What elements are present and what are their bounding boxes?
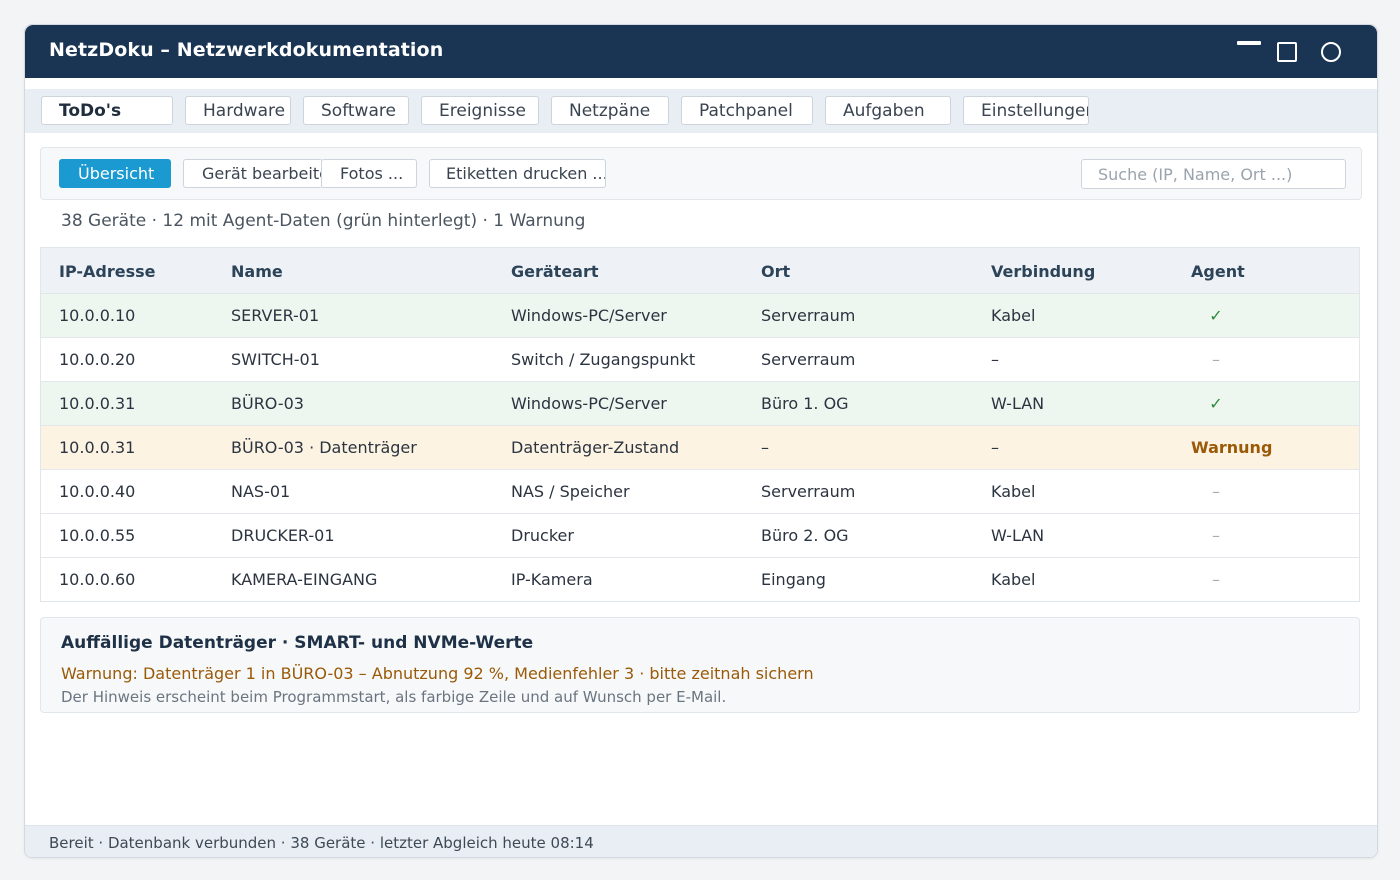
cell-name: NAS-01 xyxy=(231,482,291,501)
cell-location: Büro 1. OG xyxy=(761,394,849,413)
cell-ip: 10.0.0.31 xyxy=(59,394,136,413)
table-row[interactable]: 10.0.0.31 BÜRO-03 Windows-PC/Server Büro… xyxy=(41,382,1359,426)
print-labels-button[interactable]: Etiketten drucken ... xyxy=(429,159,606,188)
title-bar: NetzDoku – Netzwerkdokumentation xyxy=(25,25,1377,78)
cell-connection: Kabel xyxy=(991,570,1036,589)
header-name[interactable]: Name xyxy=(231,262,283,281)
cell-name: SWITCH-01 xyxy=(231,350,320,369)
cell-connection: Kabel xyxy=(991,306,1036,325)
tab-software[interactable]: Software xyxy=(303,96,409,125)
alert-hint-text: Der Hinweis erscheint beim Programmstart… xyxy=(61,688,727,706)
window-title: NetzDoku – Netzwerkdokumentation xyxy=(49,39,444,61)
cell-name: BÜRO-03 xyxy=(231,394,304,413)
photos-button[interactable]: Fotos ... xyxy=(321,159,417,188)
header-agent[interactable]: Agent xyxy=(1191,262,1245,281)
table-row-warning[interactable]: 10.0.0.31 BÜRO-03 · Datenträger Datenträ… xyxy=(41,426,1359,470)
main-tab-bar: ToDo's Hardware Software Ereignisse Netz… xyxy=(25,89,1377,133)
cell-ip: 10.0.0.60 xyxy=(59,570,136,589)
table-row[interactable]: 10.0.0.40 NAS-01 NAS / Speicher Serverra… xyxy=(41,470,1359,514)
cell-name: SERVER-01 xyxy=(231,306,320,325)
header-connection[interactable]: Verbindung xyxy=(991,262,1095,281)
minimize-icon[interactable] xyxy=(1235,39,1261,63)
header-location[interactable]: Ort xyxy=(761,262,790,281)
device-summary: 38 Geräte · 12 mit Agent-Daten (grün hin… xyxy=(61,211,586,231)
maximize-icon[interactable] xyxy=(1275,39,1299,63)
cell-connection: W-LAN xyxy=(991,394,1045,413)
cell-connection: Kabel xyxy=(991,482,1036,501)
tab-hardware[interactable]: Hardware xyxy=(185,96,291,125)
cell-agent: – xyxy=(1212,482,1220,501)
table-row[interactable]: 10.0.0.55 DRUCKER-01 Drucker Büro 2. OG … xyxy=(41,514,1359,558)
table-header: IP-Adresse Name Geräteart Ort Verbindung… xyxy=(41,248,1359,294)
table-row[interactable]: 10.0.0.60 KAMERA-EINGANG IP-Kamera Einga… xyxy=(41,558,1359,601)
toolbar: Übersicht Gerät bearbeiten Fotos ... Eti… xyxy=(40,147,1362,200)
app-window: NetzDoku – Netzwerkdokumentation ToDo's … xyxy=(24,24,1378,858)
cell-connection: – xyxy=(991,438,999,457)
warning-badge: Warnung xyxy=(1191,438,1273,457)
cell-ip: 10.0.0.31 xyxy=(59,438,136,457)
cell-ip: 10.0.0.10 xyxy=(59,306,136,325)
edit-device-button[interactable]: Gerät bearbeiten xyxy=(183,159,323,188)
disk-alert-panel: Auffällige Datenträger · SMART- und NVMe… xyxy=(40,617,1360,713)
cell-location: Serverraum xyxy=(761,306,856,325)
tab-einstellungen[interactable]: Einstellungen xyxy=(963,96,1089,125)
tab-ereignisse[interactable]: Ereignisse xyxy=(421,96,539,125)
cell-name: BÜRO-03 · Datenträger xyxy=(231,438,417,457)
cell-ip: 10.0.0.20 xyxy=(59,350,136,369)
cell-type: Datenträger-Zustand xyxy=(511,438,680,457)
search-input[interactable] xyxy=(1081,159,1346,189)
alert-warning-text: Warnung: Datenträger 1 in BÜRO-03 – Abnu… xyxy=(61,664,814,683)
cell-location: Büro 2. OG xyxy=(761,526,849,545)
cell-location: Serverraum xyxy=(761,350,856,369)
header-type[interactable]: Geräteart xyxy=(511,262,599,281)
agent-check-icon: ✓ xyxy=(1209,394,1223,413)
table-row[interactable]: 10.0.0.20 SWITCH-01 Switch / Zugangspunk… xyxy=(41,338,1359,382)
cell-agent: – xyxy=(1212,570,1220,589)
agent-check-icon: ✓ xyxy=(1209,306,1223,325)
cell-type: Windows-PC/Server xyxy=(511,394,667,413)
cell-location: – xyxy=(761,438,769,457)
cell-type: NAS / Speicher xyxy=(511,482,630,501)
close-icon[interactable] xyxy=(1319,39,1343,63)
cell-connection: W-LAN xyxy=(991,526,1045,545)
cell-type: Switch / Zugangspunkt xyxy=(511,350,696,369)
cell-name: KAMERA-EINGANG xyxy=(231,570,378,589)
alert-title: Auffällige Datenträger · SMART- und NVMe… xyxy=(61,633,534,653)
cell-agent: – xyxy=(1212,526,1220,545)
status-text: Bereit · Datenbank verbunden · 38 Geräte… xyxy=(49,834,594,852)
cell-ip: 10.0.0.55 xyxy=(59,526,136,545)
cell-connection: – xyxy=(991,350,999,369)
cell-type: IP-Kamera xyxy=(511,570,593,589)
cell-ip: 10.0.0.40 xyxy=(59,482,136,501)
tab-patchpanel[interactable]: Patchpanel xyxy=(681,96,813,125)
cell-agent: – xyxy=(1212,350,1220,369)
tab-aufgaben[interactable]: Aufgaben xyxy=(825,96,951,125)
cell-type: Windows-PC/Server xyxy=(511,306,667,325)
cell-location: Serverraum xyxy=(761,482,856,501)
overview-button[interactable]: Übersicht xyxy=(59,159,171,188)
status-bar: Bereit · Datenbank verbunden · 38 Geräte… xyxy=(25,825,1377,857)
tab-netzplaene[interactable]: Netzpäne xyxy=(551,96,669,125)
cell-location: Eingang xyxy=(761,570,826,589)
header-ip[interactable]: IP-Adresse xyxy=(59,262,156,281)
cell-type: Drucker xyxy=(511,526,574,545)
table-row[interactable]: 10.0.0.10 SERVER-01 Windows-PC/Server Se… xyxy=(41,294,1359,338)
cell-name: DRUCKER-01 xyxy=(231,526,335,545)
device-table: IP-Adresse Name Geräteart Ort Verbindung… xyxy=(40,247,1360,602)
tab-todos[interactable]: ToDo's xyxy=(41,96,173,125)
